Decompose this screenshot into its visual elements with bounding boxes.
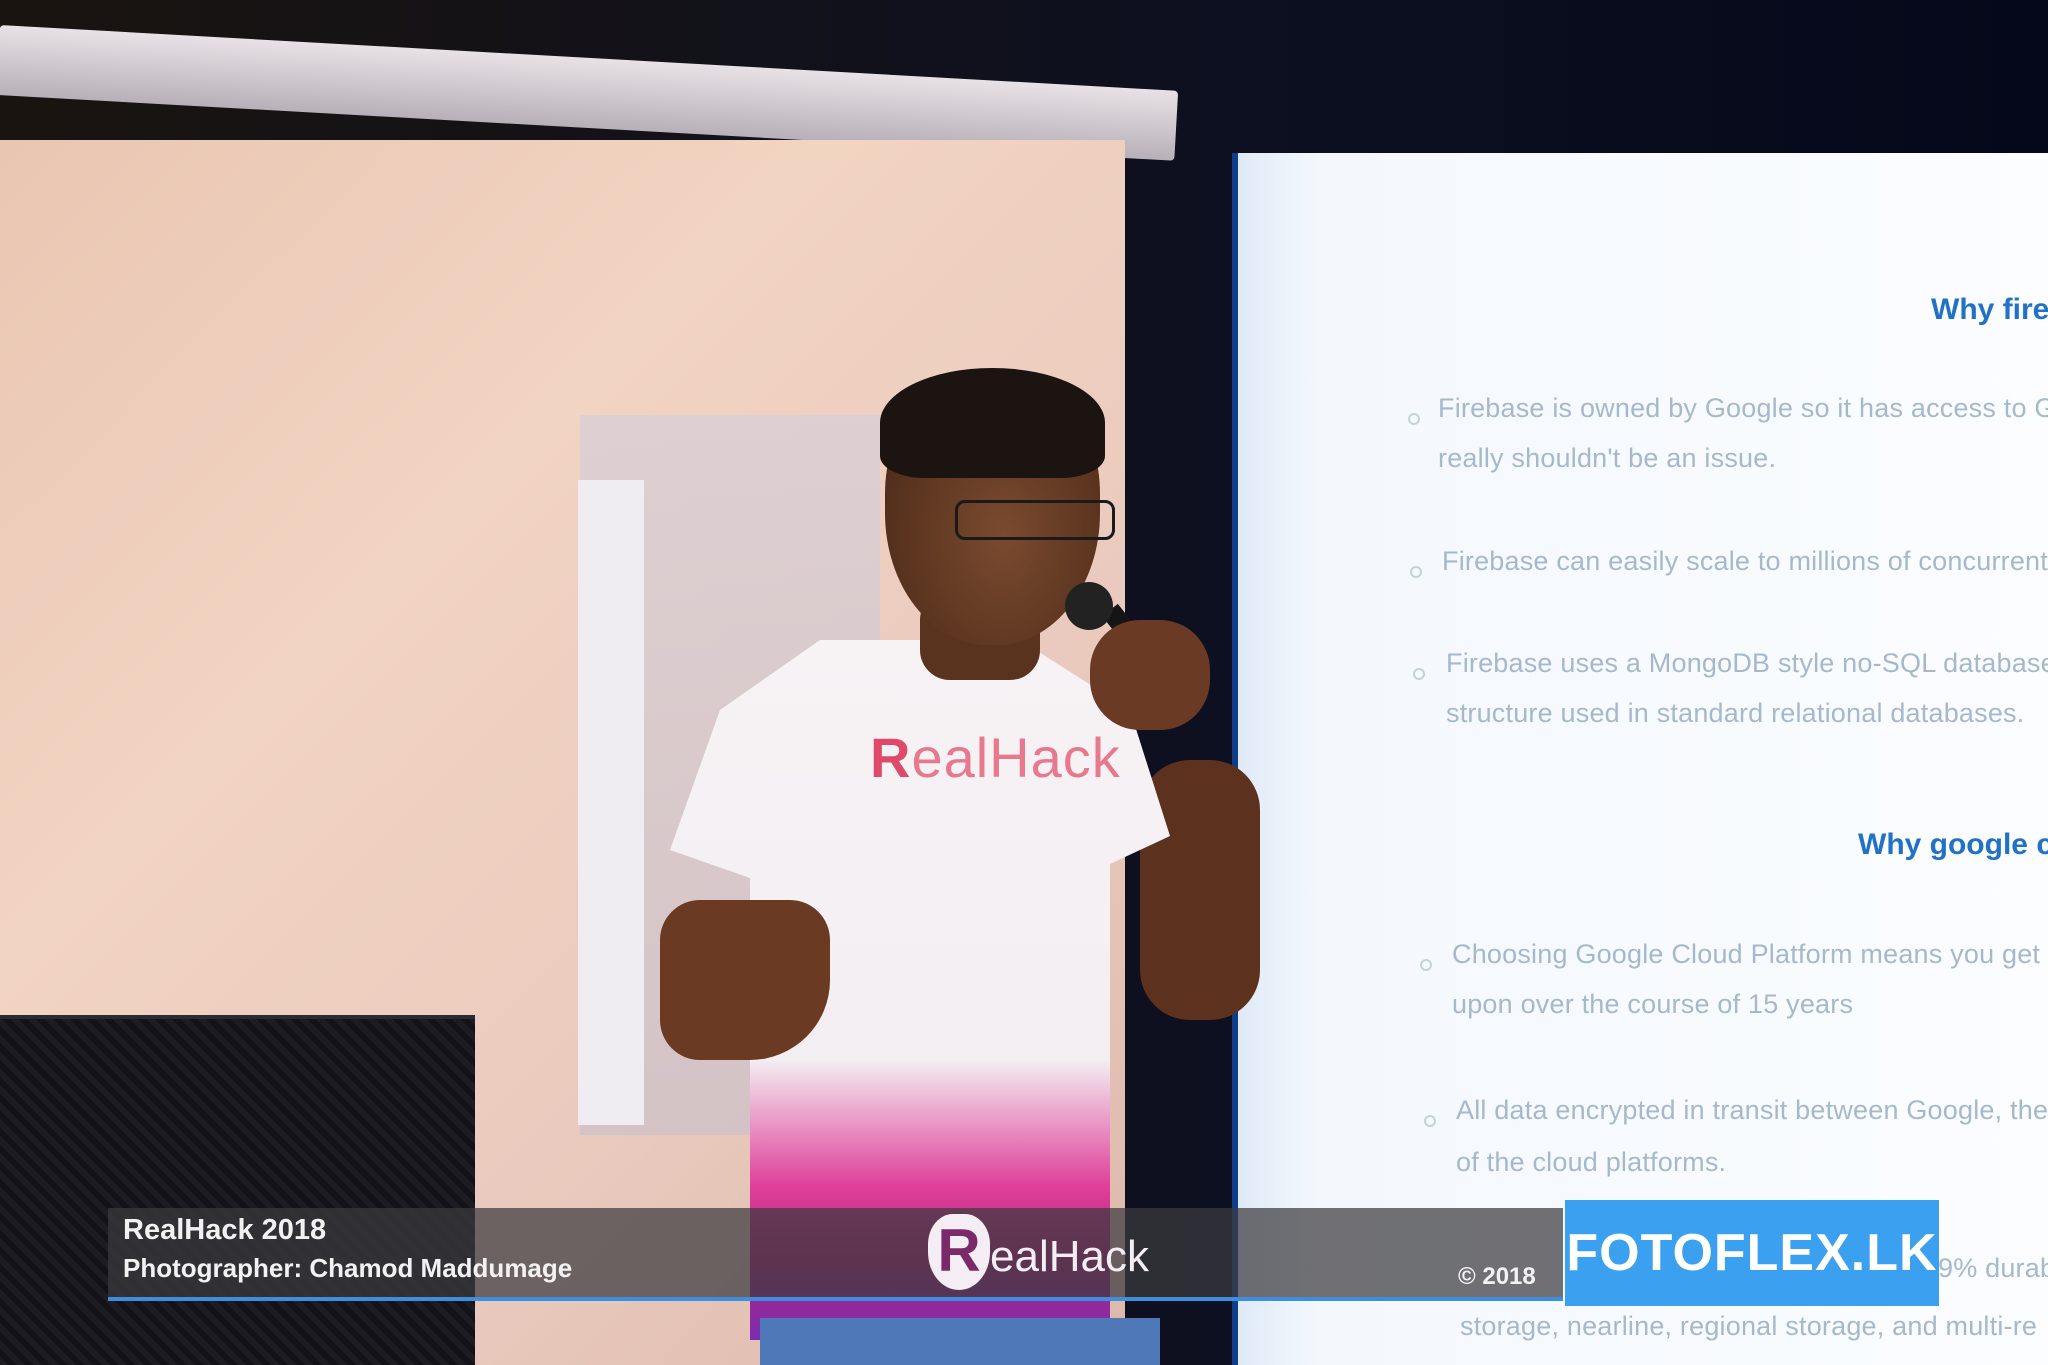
realhack-logo-text: ealHack (990, 1232, 1149, 1281)
slide-text: really shouldn't be an issue. (1438, 443, 1777, 473)
photographer-credit: Photographer: Chamod Maddumage (123, 1253, 573, 1283)
copyright: © 2018 (1458, 1263, 1536, 1290)
bullet-icon (1413, 668, 1425, 680)
slide-heading-firebase: Why fireb (1931, 293, 2048, 326)
slide-text: Firebase can easily scale to millions of… (1442, 546, 2048, 576)
event-title: RealHack 2018 (123, 1214, 327, 1246)
slide-text: upon over the course of 15 years (1452, 989, 1854, 1019)
shirt-logo-text: ealHack (911, 726, 1121, 789)
slide-text: storage, nearline, regional storage, and… (1460, 1311, 2038, 1341)
microphone-icon (1065, 582, 1113, 630)
shirt-logo-r: R (870, 726, 912, 789)
slide-text: 9% durab (1938, 1253, 2048, 1283)
slide-text: Firebase uses a MongoDB style no-SQL dat… (1446, 648, 2048, 678)
bullet-icon (1420, 959, 1432, 971)
realhack-logo-r: R (928, 1214, 990, 1290)
presentation-slide: Why fireb Firebase is owned by Google so… (1232, 153, 2048, 1365)
bullet-icon (1424, 1115, 1436, 1127)
watermark-divider (108, 1297, 1563, 1301)
speaker-hand (1090, 620, 1210, 730)
shirt-logo: RealHack (870, 725, 1121, 790)
glasses (955, 500, 1115, 540)
speaker-arm (660, 900, 830, 1060)
projected-sidebar (578, 480, 644, 1125)
bullet-icon (1410, 566, 1422, 578)
speaker-hair (880, 368, 1105, 478)
slide-heading-google-cloud: Why google clo (1858, 828, 2048, 861)
slide-text: All data encrypted in transit between Go… (1456, 1095, 2048, 1125)
slide-text: Firebase is owned by Google so it has ac… (1438, 393, 2048, 423)
slide-text: of the cloud platforms. (1456, 1147, 1727, 1177)
slide-text: structure used in standard relational da… (1446, 698, 2025, 728)
bullet-icon (1408, 413, 1420, 425)
slide-text: Choosing Google Cloud Platform means you… (1452, 939, 2048, 969)
speaker-jeans (760, 1318, 1160, 1365)
laptop (0, 1015, 475, 1365)
realhack-logo: R ealHack (928, 1214, 1158, 1294)
fotoflex-brand: FOTOFLEX.LK (1565, 1200, 1939, 1306)
